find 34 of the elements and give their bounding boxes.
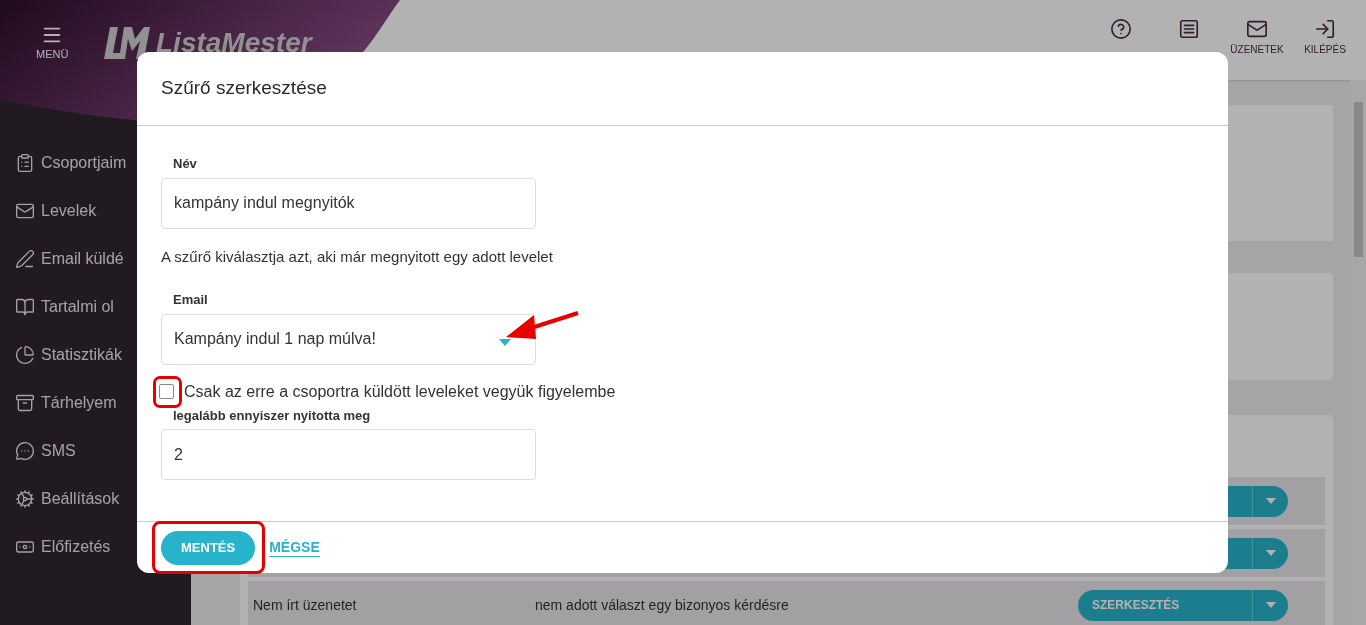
name-field[interactable]: kampány indul megnyitók bbox=[161, 177, 536, 229]
caret-icon bbox=[1265, 602, 1276, 608]
filter-name: Nem írt üzenetet bbox=[253, 595, 358, 615]
header-action[interactable]: ÜZENETEK bbox=[1228, 18, 1286, 57]
book-icon bbox=[15, 297, 35, 317]
menu-button[interactable]: MENÜ bbox=[36, 24, 69, 63]
pie-chart-icon bbox=[15, 345, 35, 365]
dialog-title: Szűrő szerkesztése bbox=[161, 76, 327, 101]
highlight-frame bbox=[153, 376, 182, 408]
list-icon bbox=[1178, 18, 1200, 40]
help-icon bbox=[1110, 18, 1132, 40]
filter-description: nem adott választ egy bizonyos kérdésre bbox=[535, 595, 790, 615]
email-select[interactable]: Kampány indul 1 nap múlva! bbox=[161, 313, 536, 365]
clipboard-icon bbox=[15, 153, 35, 173]
dropdown-caret-icon bbox=[499, 338, 511, 346]
field-label: legalább ennyiszer nyitotta meg bbox=[173, 406, 372, 425]
pencil-icon bbox=[15, 249, 35, 269]
field-label: Név bbox=[173, 155, 198, 173]
caret-icon bbox=[1265, 498, 1276, 504]
gear-icon bbox=[15, 489, 35, 509]
caret-icon bbox=[1265, 550, 1276, 556]
archive-icon bbox=[15, 393, 35, 413]
checkbox[interactable] bbox=[159, 384, 174, 399]
description-text: A szűrő kiválasztja azt, aki már megnyitott egy adott levelet bbox=[161, 246, 554, 267]
chat-icon bbox=[15, 441, 35, 461]
count-field[interactable]: 2 bbox=[161, 429, 536, 480]
mail-icon bbox=[1246, 18, 1268, 40]
checkbox-label: Csak az erre a csoportra küldött leveleket vegyük figyelembe bbox=[184, 381, 616, 402]
logo-icon bbox=[104, 25, 150, 61]
logo-text: ListaMester bbox=[156, 26, 312, 60]
mail-icon bbox=[15, 201, 35, 221]
header-action[interactable]: KILÉPÉS bbox=[1296, 18, 1354, 57]
logout-icon bbox=[1314, 18, 1336, 40]
field-label: Email bbox=[173, 291, 209, 309]
